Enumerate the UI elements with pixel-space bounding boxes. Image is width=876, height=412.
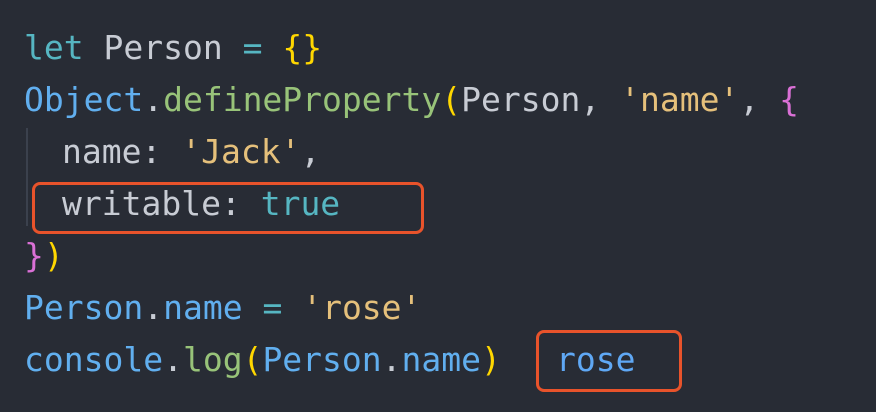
key-name: name xyxy=(62,132,142,171)
identifier-object: Object xyxy=(24,80,144,119)
dot: . xyxy=(163,340,183,379)
assign-operator: = xyxy=(242,28,263,67)
argument-person: Person xyxy=(262,340,382,379)
identifier-person: Person xyxy=(24,288,144,327)
code-line-5: }) xyxy=(24,230,64,282)
dot: . xyxy=(143,80,164,119)
code-line-1: let Person = {} xyxy=(24,22,322,74)
empty-object: {} xyxy=(282,28,323,67)
keyword-let: let xyxy=(24,28,84,67)
string-jack: 'Jack' xyxy=(181,132,301,171)
method-log: log xyxy=(182,340,243,379)
code-editor: let Person = {} Object.defineProperty(Pe… xyxy=(0,0,876,412)
brace-close: } xyxy=(24,236,44,275)
code-line-6: Person.name = 'rose' xyxy=(24,282,421,334)
identifier-person: Person xyxy=(103,28,223,67)
dot: . xyxy=(381,340,402,379)
string-rose: 'rose' xyxy=(302,288,422,327)
comma: , xyxy=(300,132,321,171)
output-highlight-box xyxy=(536,330,682,392)
comma: , xyxy=(580,80,601,119)
code-line-3: name: 'Jack', xyxy=(24,126,320,178)
paren-close: ) xyxy=(43,236,64,275)
identifier-console: console xyxy=(24,340,164,379)
code-line-7: console.log(Person.name) xyxy=(24,334,501,386)
paren-close: ) xyxy=(481,340,501,379)
writable-highlight-box xyxy=(32,182,424,234)
code-line-2: Object.defineProperty(Person, 'name', { xyxy=(24,74,799,126)
argument-property-name: name xyxy=(401,340,482,379)
paren-open: ( xyxy=(441,80,462,119)
paren-open: ( xyxy=(242,340,263,379)
colon: : xyxy=(141,132,162,171)
brace-open: { xyxy=(779,80,799,119)
dot: . xyxy=(143,288,164,327)
property-name: name xyxy=(163,288,243,327)
assign-operator: = xyxy=(262,288,283,327)
method-define-property: defineProperty xyxy=(163,80,442,119)
argument-person: Person xyxy=(461,80,581,119)
comma: , xyxy=(739,80,760,119)
string-name: 'name' xyxy=(620,80,740,119)
